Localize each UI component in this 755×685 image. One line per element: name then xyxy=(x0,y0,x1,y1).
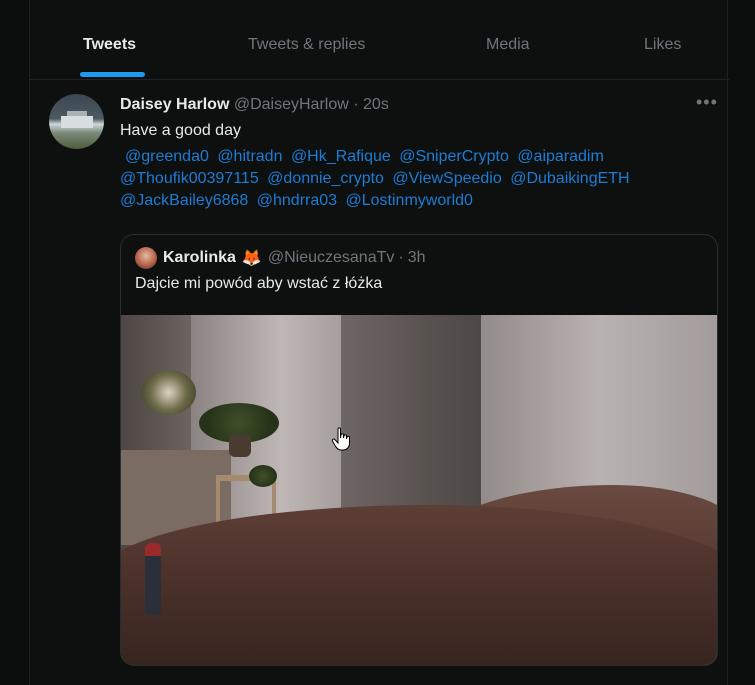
mention-link[interactable]: @DubaikingETH xyxy=(510,170,629,187)
mention-link[interactable]: @SniperCrypto xyxy=(399,148,509,165)
tweet[interactable]: Daisey Harlow @DaiseyHarlow · 20s ••• Ha… xyxy=(30,80,729,685)
tab-tweets[interactable]: Tweets xyxy=(83,36,136,54)
tab-media[interactable]: Media xyxy=(486,36,530,54)
profile-tabs: Tweets Tweets & replies Media Likes xyxy=(30,0,729,80)
quoted-tweet-header: Karolinka 🦊 @NieuczesanaTv · 3h xyxy=(135,247,425,269)
media-scene-detail xyxy=(141,370,196,415)
tweet-header: Daisey Harlow @DaiseyHarlow · 20s xyxy=(120,96,389,114)
quoted-avatar xyxy=(135,247,157,269)
mention-link[interactable]: @hndrra03 xyxy=(257,192,337,209)
mention-link[interactable]: @donnie_crypto xyxy=(267,170,384,187)
more-horizontal-icon: ••• xyxy=(696,92,718,112)
quoted-tweet-text: Dajcie mi powód aby wstać z łóżka xyxy=(135,275,383,292)
active-tab-indicator xyxy=(80,72,145,77)
tweet-text: Have a good day xyxy=(120,122,241,139)
quoted-tweet[interactable]: Karolinka 🦊 @NieuczesanaTv · 3h Dajcie m… xyxy=(120,234,718,666)
mention-link[interactable]: @ViewSpeedio xyxy=(392,170,501,187)
tab-tweets-and-replies[interactable]: Tweets & replies xyxy=(248,36,365,54)
media-scene-detail xyxy=(145,543,161,615)
media-scene-detail xyxy=(121,505,717,665)
mention-link[interactable]: @Hk_Rafique xyxy=(291,148,391,165)
mention-link[interactable]: @hitradn xyxy=(217,148,282,165)
quoted-user-handle: @NieuczesanaTv xyxy=(267,249,395,266)
mention-link[interactable]: @Thoufik00397115 xyxy=(120,170,259,187)
tab-likes[interactable]: Likes xyxy=(644,36,681,54)
quoted-tweet-timestamp: 3h xyxy=(407,249,426,266)
tweet-mentions: @greenda0 @hitradn @Hk_Rafique @SniperCr… xyxy=(120,146,680,212)
tweet-timestamp[interactable]: 20s xyxy=(363,96,389,113)
avatar-image-detail xyxy=(61,116,93,128)
mention-link[interactable]: @greenda0 xyxy=(125,148,209,165)
display-name[interactable]: Daisey Harlow xyxy=(120,96,229,113)
separator-dot: · xyxy=(398,249,404,266)
mention-link[interactable]: @JackBailey6868 xyxy=(120,192,248,209)
mention-link[interactable]: @aiparadim xyxy=(517,148,604,165)
more-options-button[interactable]: ••• xyxy=(696,92,718,113)
quoted-tweet-media[interactable] xyxy=(121,315,717,665)
avatar[interactable] xyxy=(49,94,104,149)
media-scene-detail xyxy=(229,435,251,457)
user-handle[interactable]: @DaiseyHarlow xyxy=(234,96,349,113)
separator-dot: · xyxy=(353,96,359,113)
hand-cursor-icon xyxy=(331,427,350,451)
fox-emoji-icon: 🦊 xyxy=(241,250,262,267)
quoted-display-name: Karolinka xyxy=(163,249,236,266)
profile-timeline-column: Tweets Tweets & replies Media Likes Dais… xyxy=(29,0,729,685)
mention-link[interactable]: @Lostinmyworld0 xyxy=(346,192,473,209)
media-scene-detail xyxy=(249,465,277,487)
